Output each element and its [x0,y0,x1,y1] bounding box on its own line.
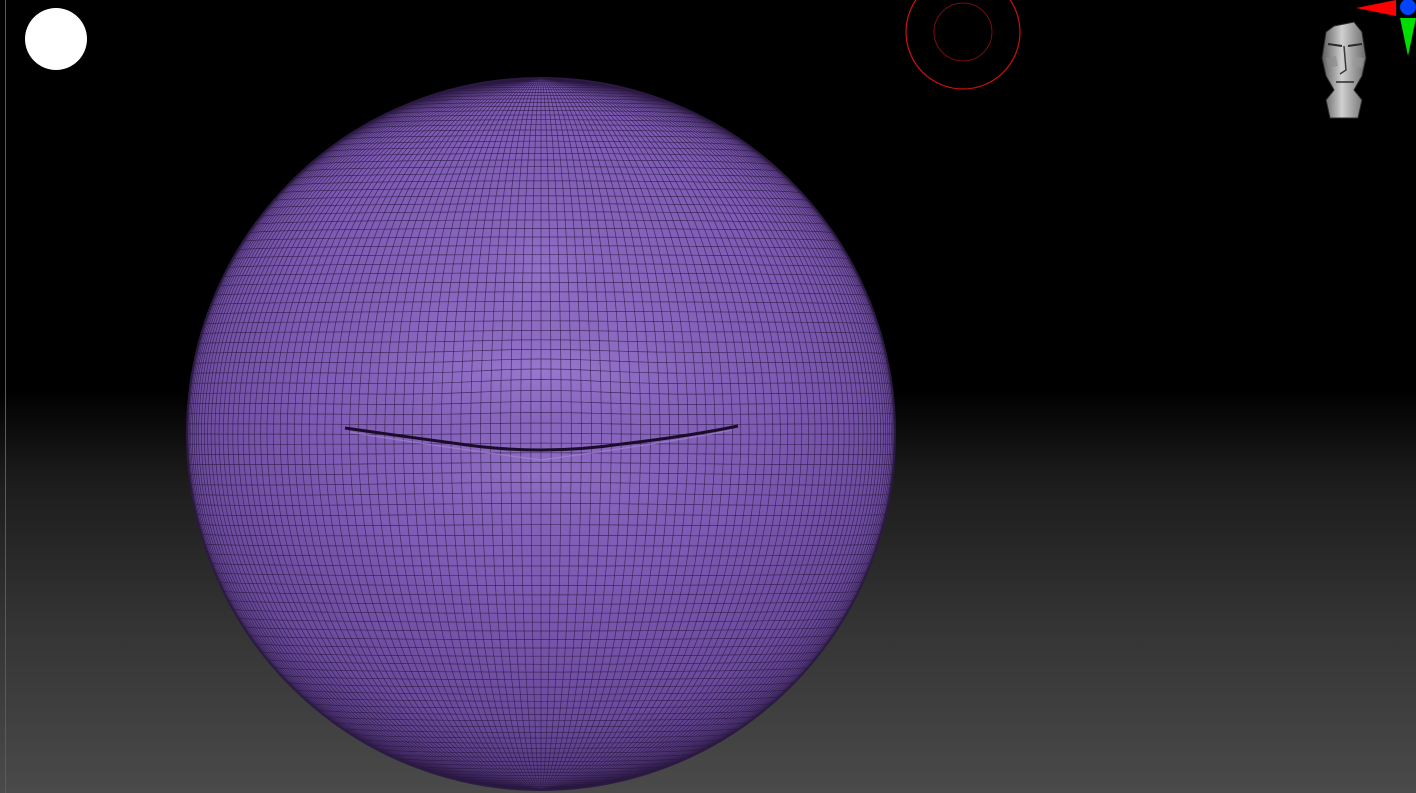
brush-cursor-icon [905,0,1021,90]
axis-gizmo-icon[interactable] [1352,0,1416,60]
viewport-canvas[interactable] [0,0,1416,793]
z-axis-dot [1400,0,1416,15]
sculpt-mesh[interactable] [0,0,1416,793]
y-axis-arrow [1400,18,1416,56]
color-swatch[interactable] [25,8,87,70]
x-axis-arrow [1356,0,1396,16]
